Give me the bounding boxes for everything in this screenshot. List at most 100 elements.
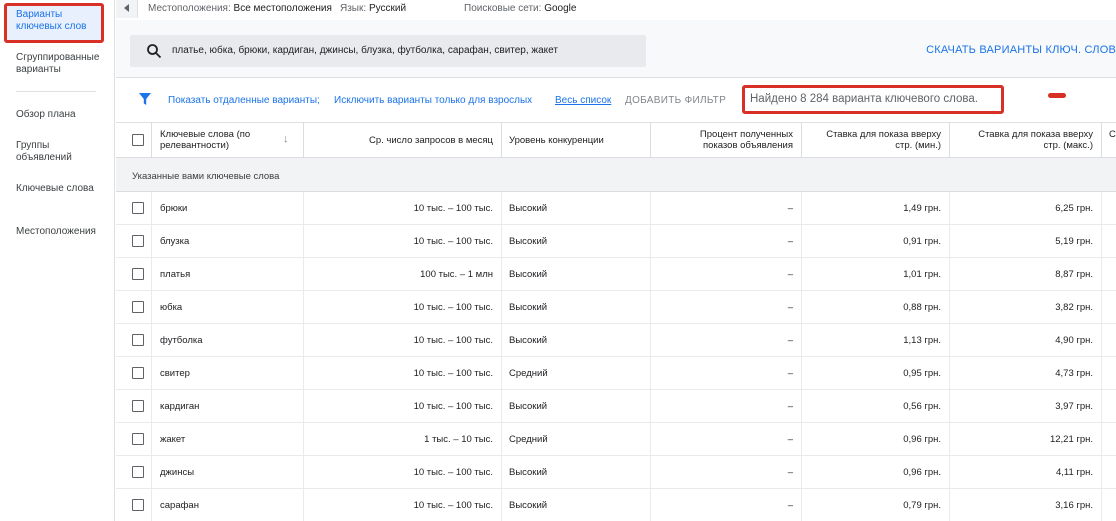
keyword-text: платья: [160, 269, 191, 280]
cell-competition-value: Средний: [509, 434, 548, 445]
header-avg-searches[interactable]: Ср. число запросов в месяц: [304, 123, 502, 158]
table-row[interactable]: платья 100 тыс. – 1 млн Высокий – 1,01 грн. 8…: [116, 258, 1116, 291]
row-checkbox[interactable]: [132, 466, 144, 478]
row-checkbox[interactable]: [132, 202, 144, 214]
cell-avg-searches: 10 тыс. – 100 тыс.: [304, 324, 502, 357]
select-all-checkbox[interactable]: [132, 134, 144, 146]
header-bid-high-label: Ставка для показа вверху стр. (макс.): [978, 129, 1093, 151]
cell-avg-searches: 10 тыс. – 100 тыс.: [304, 456, 502, 489]
header-impression-share[interactable]: Процент полученных показов объявления: [651, 123, 802, 158]
sidebar-item-grouped-ideas[interactable]: Сгруппированные варианты: [16, 52, 106, 76]
add-filter-button[interactable]: ДОБАВИТЬ ФИЛЬТР: [625, 95, 726, 106]
table-row[interactable]: юбка 10 тыс. – 100 тыс. Высокий – 0,88 грн. 3…: [116, 291, 1116, 324]
cell-bid-low: 0,88 грн.: [802, 291, 950, 324]
row-checkbox[interactable]: [132, 301, 144, 313]
cell-bid-high: 3,16 грн.: [950, 489, 1102, 521]
header-avg-searches-label: Ср. число запросов в месяц: [368, 135, 493, 146]
row-checkbox[interactable]: [132, 499, 144, 511]
cell-bid-high-value: 4,73 грн.: [1055, 368, 1093, 379]
search-input-value: платье, юбка, брюки, кардиган, джинсы, б…: [172, 45, 558, 56]
row-checkbox[interactable]: [132, 235, 144, 247]
keyword-text: свитер: [160, 368, 190, 379]
sidebar-item-plan-overview[interactable]: Обзор плана: [16, 109, 106, 121]
cell-impression-share-value: –: [787, 335, 793, 346]
cell-bid-low: 0,96 грн.: [802, 423, 950, 456]
cell-keyword: блузка: [152, 225, 304, 258]
row-checkbox[interactable]: [132, 400, 144, 412]
cell-select: [116, 291, 152, 324]
cell-impression-share: –: [651, 225, 802, 258]
table-row[interactable]: сарафан 10 тыс. – 100 тыс. Высокий – 0,79 гр…: [116, 489, 1116, 521]
search-area: платье, юбка, брюки, кардиган, джинсы, б…: [116, 20, 1116, 78]
header-competition[interactable]: Уровень конкуренции: [502, 123, 651, 158]
sidebar-item-keyword-ideas[interactable]: Варианты ключевых слов: [16, 9, 106, 33]
header-bid-low[interactable]: Ставка для показа вверху стр. (мин.): [802, 123, 950, 158]
cell-impression-share: –: [651, 423, 802, 456]
red-marker: [1048, 93, 1066, 98]
cell-bid-low-value: 0,96 грн.: [903, 434, 941, 445]
sidebar-item-locations[interactable]: Местоположения: [16, 226, 106, 238]
table-row[interactable]: брюки 10 тыс. – 100 тыс. Высокий – 1,49 грн.…: [116, 192, 1116, 225]
sort-arrow-icon[interactable]: ↓: [283, 134, 289, 145]
cell-select: [116, 324, 152, 357]
table-row[interactable]: блузка 10 тыс. – 100 тыс. Высокий – 0,91 грн…: [116, 225, 1116, 258]
cell-bid-low-value: 0,96 грн.: [903, 467, 941, 478]
cell-bid-high-value: 3,97 грн.: [1055, 401, 1093, 412]
cell-bid-high: 5,19 грн.: [950, 225, 1102, 258]
cell-impression-share-value: –: [787, 269, 793, 280]
header-competition-label: Уровень конкуренции: [509, 135, 604, 146]
header-next-column[interactable]: Ст: [1102, 123, 1116, 158]
whole-list-link[interactable]: Весь список: [555, 95, 611, 106]
exclude-adult-link[interactable]: Исключить варианты только для взрослых: [334, 95, 532, 106]
cell-keyword: брюки: [152, 192, 304, 225]
filter-icon[interactable]: [138, 92, 152, 106]
cell-competition: Высокий: [502, 324, 651, 357]
table-row[interactable]: кардиган 10 тыс. – 100 тыс. Высокий – 0,56 г…: [116, 390, 1116, 423]
cell-impression-share-value: –: [787, 368, 793, 379]
cell-bid-high-value: 4,11 грн.: [1055, 467, 1093, 478]
keyword-table: Ключевые слова (по релевантности) ↓ Ср. …: [116, 123, 1116, 521]
cell-competition-value: Высокий: [509, 203, 548, 214]
sidebar-item-ad-groups[interactable]: Группы объявлений: [16, 140, 106, 164]
locations-label: Местоположения:: [148, 3, 231, 14]
header-bid-high[interactable]: Ставка для показа вверху стр. (макс.): [950, 123, 1102, 158]
header-impression-share-label: Процент полученных показов объявления: [699, 129, 793, 151]
networks-setting[interactable]: Поисковые сети: Google: [464, 3, 576, 14]
sidebar-item-keywords[interactable]: Ключевые слова: [16, 183, 106, 195]
group-label: Указанные вами ключевые слова: [132, 171, 280, 182]
cell-impression-share-value: –: [787, 302, 793, 313]
cell-bid-low: 1,49 грн.: [802, 192, 950, 225]
table-row[interactable]: джинсы 10 тыс. – 100 тыс. Высокий – 0,96 грн…: [116, 456, 1116, 489]
collapse-sidebar-button[interactable]: [116, 0, 138, 18]
keyword-text: жакет: [160, 434, 186, 445]
cell-competition-value: Высокий: [509, 302, 548, 313]
language-value: Русский: [368, 3, 407, 14]
header-select-cell: [116, 123, 152, 158]
sidebar-divider: [16, 91, 96, 92]
cell-keyword: юбка: [152, 291, 304, 324]
language-setting[interactable]: Язык: Русский: [340, 3, 406, 14]
cell-competition-value: Высокий: [509, 335, 548, 346]
keyword-text: брюки: [160, 203, 188, 214]
cell-select: [116, 456, 152, 489]
keyword-search-input[interactable]: платье, юбка, брюки, кардиган, джинсы, б…: [130, 35, 646, 67]
download-keywords-button[interactable]: СКАЧАТЬ ВАРИАНТЫ КЛЮЧ. СЛОВ: [926, 44, 1116, 56]
cell-avg-searches-value: 10 тыс. – 100 тыс.: [413, 203, 493, 214]
cell-bid-low: 1,01 грн.: [802, 258, 950, 291]
cell-avg-searches: 10 тыс. – 100 тыс.: [304, 225, 502, 258]
table-row[interactable]: жакет 1 тыс. – 10 тыс. Средний – 0,96 грн. 12…: [116, 423, 1116, 456]
table-row[interactable]: свитер 10 тыс. – 100 тыс. Средний – 0,95 грн…: [116, 357, 1116, 390]
table-row[interactable]: футболка 10 тыс. – 100 тыс. Высокий – 1,13 г…: [116, 324, 1116, 357]
cell-impression-share: –: [651, 390, 802, 423]
row-checkbox[interactable]: [132, 367, 144, 379]
cell-bid-high: 4,73 грн.: [950, 357, 1102, 390]
row-checkbox[interactable]: [132, 334, 144, 346]
header-bid-low-label: Ставка для показа вверху стр. (мин.): [826, 129, 941, 151]
row-checkbox[interactable]: [132, 268, 144, 280]
locations-setting[interactable]: Местоположения: Все местоположения: [148, 3, 332, 14]
cell-bid-low-value: 0,56 грн.: [903, 401, 941, 412]
cell-bid-high-value: 12,21 грн.: [1049, 434, 1093, 445]
row-checkbox[interactable]: [132, 433, 144, 445]
header-keyword[interactable]: Ключевые слова (по релевантности) ↓: [152, 123, 304, 158]
show-distant-variants-link[interactable]: Показать отдаленные варианты;: [168, 95, 320, 106]
